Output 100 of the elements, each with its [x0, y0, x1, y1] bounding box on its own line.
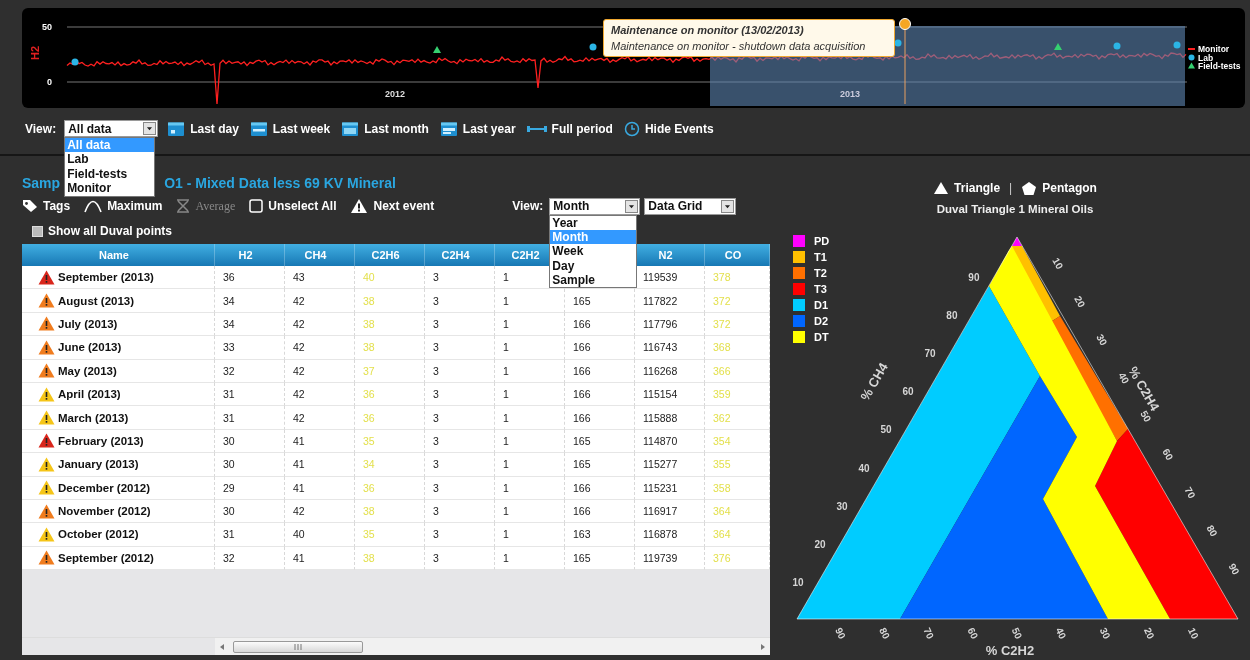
toolbar-button[interactable]: Maximum — [84, 199, 163, 213]
table-row[interactable]: March (2013) 31 42 36 3 1 166 115888 362 — [22, 406, 770, 430]
shape-option[interactable]: Triangle — [954, 181, 1001, 195]
calendar-icon — [341, 120, 360, 137]
table-row[interactable]: November (2012) 30 42 38 3 1 166 116917 364 — [22, 499, 770, 524]
row-label: June (2013) — [58, 341, 122, 354]
legend-label: T1 — [814, 251, 827, 264]
table-cell: 31 — [223, 528, 235, 541]
period-select[interactable]: Month — [549, 197, 641, 215]
table-cell: 354 — [713, 434, 731, 447]
table-cell: 3 — [433, 411, 439, 424]
tick-label: 70 — [921, 625, 937, 641]
table-cell: 115277 — [643, 458, 678, 471]
checkbox-icon — [249, 199, 264, 213]
event-marker[interactable] — [899, 18, 911, 30]
table-row[interactable]: April (2013) 31 42 36 3 1 166 115154 359 — [22, 382, 770, 407]
checkbox[interactable] — [32, 225, 43, 237]
table-cell: 42 — [293, 505, 305, 518]
column-header[interactable]: N2 — [658, 249, 673, 261]
data-point — [1173, 41, 1181, 49]
table-cell: 41 — [293, 481, 305, 494]
data-point — [894, 39, 902, 47]
tick-label: 50 — [42, 22, 52, 32]
peak-icon — [84, 199, 103, 213]
table-cell: 29 — [223, 481, 235, 494]
shape-option[interactable]: Pentagon — [1042, 181, 1097, 195]
toolbar-button[interactable]: Hide Events — [621, 120, 716, 137]
pentagon-icon[interactable] — [1021, 180, 1038, 196]
tooltip-text: Maintenance on monitor - shutdown data acquisition — [611, 40, 867, 52]
table-cell: 165 — [573, 434, 591, 447]
caret-icon[interactable] — [143, 122, 157, 135]
chart-title: Duval Triangle 1 Mineral Oils — [935, 202, 1095, 217]
table-row[interactable]: August (2013) 34 42 38 3 1 165 117822 372 — [22, 289, 770, 313]
warning-icon — [350, 198, 369, 214]
table-cell: 372 — [713, 294, 731, 307]
view-select[interactable]: All data — [64, 120, 159, 137]
toolbar-button[interactable]: Last day — [165, 120, 241, 137]
display-select[interactable]: Data Grid — [644, 197, 737, 215]
table-row[interactable]: January (2013) 30 41 34 3 1 165 115277 355 — [22, 453, 770, 477]
caret-icon[interactable] — [721, 199, 735, 213]
tick-label: 90 — [1226, 561, 1242, 577]
table-row[interactable]: June (2013) 33 42 38 3 1 166 116743 368 — [22, 336, 770, 360]
table-cell: 31 — [223, 388, 235, 401]
calendar-icon — [167, 120, 186, 137]
table-cell: 38 — [363, 505, 375, 518]
table-row[interactable]: October (2012) 31 40 35 3 1 163 116878 364 — [22, 523, 770, 547]
table-cell: 362 — [713, 411, 731, 424]
dropdown-option[interactable]: Lab — [65, 152, 155, 167]
toolbar-button[interactable]: Next event — [350, 198, 435, 214]
table-cell: 3 — [433, 458, 439, 471]
table-cell: 115154 — [643, 388, 678, 401]
caret-icon[interactable] — [625, 199, 639, 213]
table-cell: 42 — [293, 364, 305, 377]
legend-label: D2 — [814, 315, 829, 328]
row-label: April (2013) — [58, 388, 121, 401]
tick-label: 70 — [924, 348, 936, 360]
table-cell: 41 — [293, 551, 305, 564]
legend-label: Field-tests — [1198, 61, 1241, 71]
tick-label: 90 — [833, 625, 848, 641]
tick-label: 0 — [47, 77, 52, 87]
dropdown-option[interactable]: Week — [550, 244, 637, 259]
tick-label: 40 — [858, 462, 870, 474]
toolbar-button[interactable]: Last week — [247, 120, 333, 137]
table-cell: 30 — [223, 458, 235, 471]
table-cell: 163 — [573, 528, 591, 541]
tick-label: 40 — [1116, 370, 1132, 386]
dropdown-option[interactable]: Year — [550, 215, 637, 230]
table-cell: 355 — [713, 458, 731, 471]
toolbar-button[interactable]: Last year — [437, 120, 518, 137]
table-cell: 1 — [503, 481, 509, 494]
scroll-thumb[interactable] — [233, 640, 363, 653]
toolbar-button[interactable]: Last month — [339, 120, 431, 137]
tick-label: 60 — [965, 625, 981, 641]
toolbar-button[interactable]: Full period — [524, 121, 615, 136]
triangle-icon[interactable] — [933, 181, 950, 195]
table-row[interactable]: September (2012) 32 41 38 3 1 165 119739 376 — [22, 546, 770, 571]
tick-label: 60 — [1160, 446, 1176, 462]
toolbar-button[interactable]: Tags — [22, 199, 71, 213]
table-cell: 165 — [573, 551, 591, 564]
row-label: September (2013) — [58, 271, 154, 284]
table-cell: 165 — [573, 458, 591, 471]
table-cell: 3 — [433, 434, 439, 447]
table-row[interactable]: July (2013) 34 42 38 3 1 166 117796 372 — [22, 312, 770, 337]
tick-label: 40 — [1053, 625, 1069, 641]
table-cell: 41 — [293, 458, 305, 471]
table-row[interactable]: May (2013) 32 42 37 3 1 166 116268 366 — [22, 359, 770, 383]
toolbar-button[interactable]: Unselect All — [249, 199, 337, 213]
field-label: View: — [25, 121, 57, 136]
row-label: July (2013) — [58, 317, 118, 330]
table-row[interactable]: February (2013) 30 41 35 3 1 165 114870 354 — [22, 429, 770, 454]
dropdown-option[interactable]: Sample — [550, 273, 637, 288]
dropdown-option[interactable]: Field-tests — [65, 166, 155, 182]
table-row[interactable]: December (2012) 29 41 36 3 1 166 115231 358 — [22, 476, 770, 500]
checkbox-label[interactable]: Show all Duval points — [48, 224, 172, 238]
tick-label: 2013 — [840, 89, 860, 99]
table-cell: 41 — [293, 434, 305, 447]
table-cell: 358 — [713, 481, 731, 494]
dropdown-option[interactable]: Monitor — [65, 181, 155, 196]
horizontal-scrollbar[interactable] — [22, 637, 770, 655]
table-cell: 42 — [293, 317, 305, 330]
